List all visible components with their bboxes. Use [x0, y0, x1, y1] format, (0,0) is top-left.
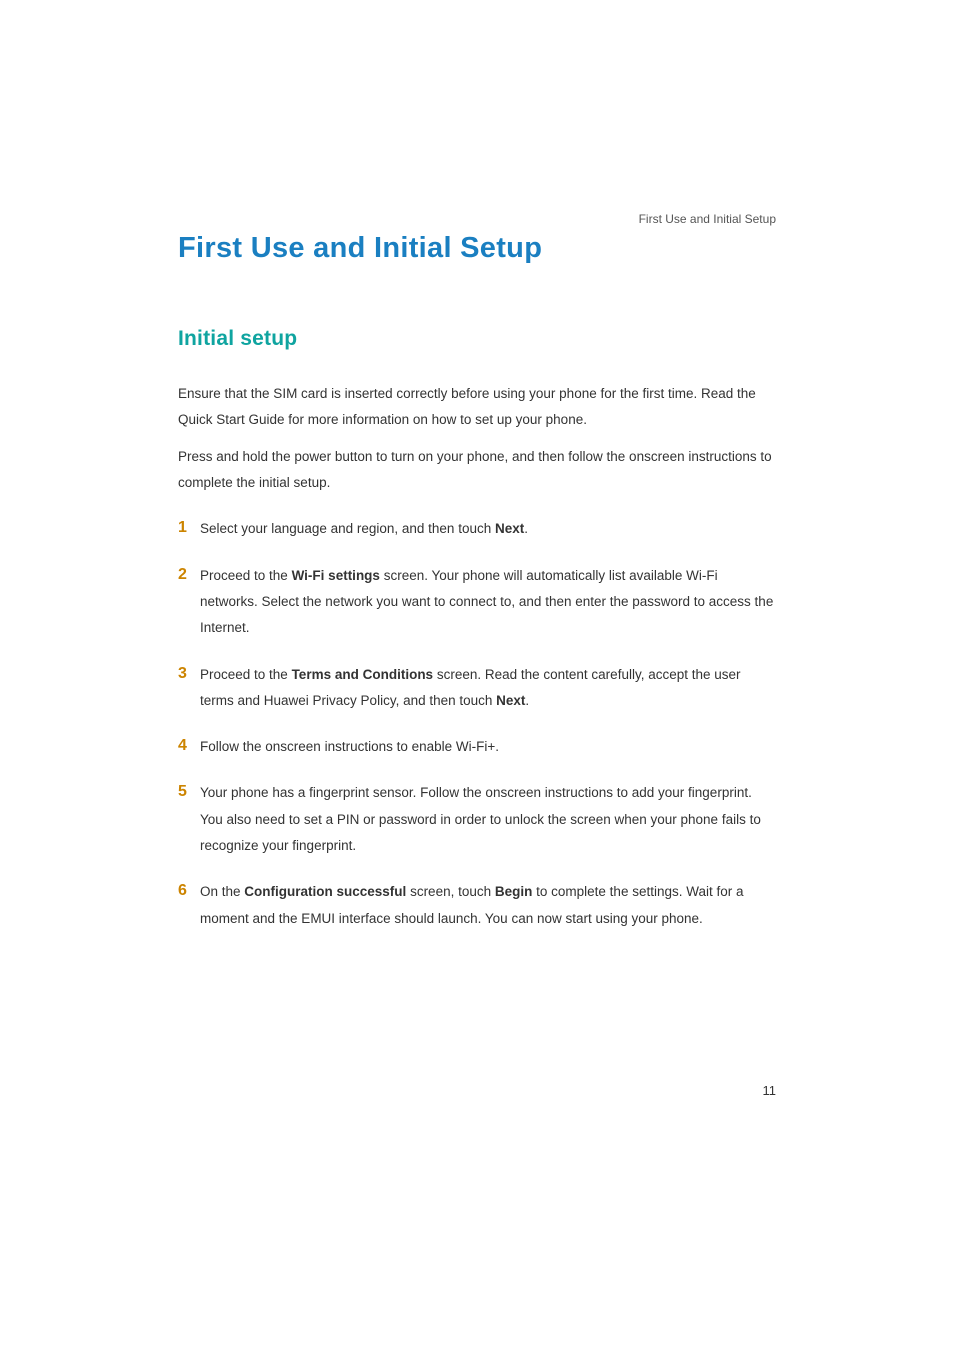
- page-number: 11: [763, 1083, 777, 1098]
- bold-term: Wi-Fi settings: [292, 568, 380, 583]
- page-title: First Use and Initial Setup: [178, 232, 776, 265]
- step-text: Select your language and region, and the…: [200, 516, 776, 542]
- bold-term: Next: [496, 693, 525, 708]
- list-item: 2 Proceed to the Wi-Fi settings screen. …: [178, 563, 776, 642]
- text-run: Proceed to the: [200, 568, 292, 583]
- document-page: First Use and Initial Setup First Use an…: [0, 0, 954, 1350]
- text-run: Follow the onscreen instructions to enab…: [200, 739, 499, 754]
- step-number: 3: [178, 662, 200, 686]
- bold-term: Begin: [495, 884, 533, 899]
- bold-term: Terms and Conditions: [292, 667, 434, 682]
- step-number: 2: [178, 563, 200, 587]
- list-item: 4 Follow the onscreen instructions to en…: [178, 734, 776, 760]
- step-number: 6: [178, 879, 200, 903]
- step-number: 4: [178, 734, 200, 758]
- ordered-steps-list: 1 Select your language and region, and t…: [178, 516, 776, 932]
- step-text: Proceed to the Terms and Conditions scre…: [200, 662, 776, 715]
- list-item: 1 Select your language and region, and t…: [178, 516, 776, 542]
- section-heading: Initial setup: [178, 327, 776, 351]
- step-number: 1: [178, 516, 200, 540]
- running-header: First Use and Initial Setup: [639, 212, 776, 226]
- list-item: 5 Your phone has a fingerprint sensor. F…: [178, 780, 776, 859]
- text-run: .: [524, 521, 528, 536]
- text-run: .: [525, 693, 529, 708]
- text-run: On the: [200, 884, 244, 899]
- intro-paragraph-1: Ensure that the SIM card is inserted cor…: [178, 381, 776, 434]
- intro-paragraph-2: Press and hold the power button to turn …: [178, 444, 776, 497]
- bold-term: Configuration successful: [244, 884, 406, 899]
- bold-term: Next: [495, 521, 524, 536]
- step-text: Proceed to the Wi-Fi settings screen. Yo…: [200, 563, 776, 642]
- text-run: Your phone has a fingerprint sensor. Fol…: [200, 785, 761, 853]
- text-run: Select your language and region, and the…: [200, 521, 495, 536]
- list-item: 6 On the Configuration successful screen…: [178, 879, 776, 932]
- step-number: 5: [178, 780, 200, 804]
- step-text: On the Configuration successful screen, …: [200, 879, 776, 932]
- list-item: 3 Proceed to the Terms and Conditions sc…: [178, 662, 776, 715]
- step-text: Your phone has a fingerprint sensor. Fol…: [200, 780, 776, 859]
- text-run: screen, touch: [406, 884, 495, 899]
- step-text: Follow the onscreen instructions to enab…: [200, 734, 776, 760]
- text-run: Proceed to the: [200, 667, 292, 682]
